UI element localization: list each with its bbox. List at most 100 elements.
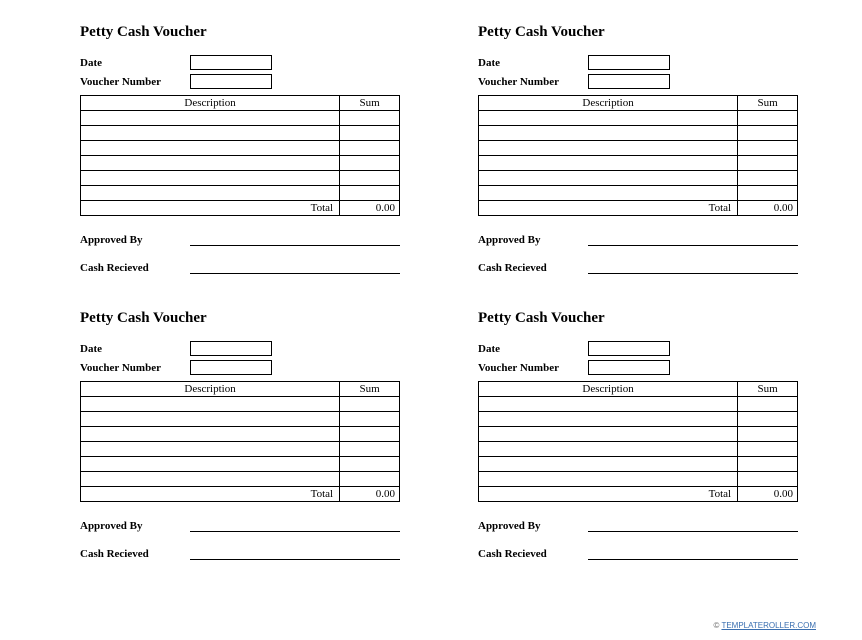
table-row[interactable] [479, 141, 798, 156]
number-row: Voucher Number [478, 360, 798, 375]
total-value: 0.00 [738, 487, 798, 502]
copyright-symbol: © [713, 621, 719, 630]
approved-line[interactable] [190, 232, 400, 246]
approved-line[interactable] [588, 518, 798, 532]
col-description: Description [81, 382, 340, 397]
table-row[interactable] [479, 412, 798, 427]
voucher-card: Petty Cash Voucher Date Voucher Number D… [80, 24, 400, 274]
footer: © TEMPLATEROLLER.COM [713, 621, 816, 630]
received-line[interactable] [588, 260, 798, 274]
received-label: Cash Recieved [80, 262, 190, 274]
received-label: Cash Recieved [80, 548, 190, 560]
col-description: Description [479, 96, 738, 111]
col-description: Description [81, 96, 340, 111]
table-row[interactable] [81, 427, 400, 442]
line-items-table: Description Sum Total 0.00 [80, 95, 400, 216]
table-row[interactable] [81, 472, 400, 487]
date-row: Date [478, 341, 798, 356]
number-row: Voucher Number [80, 74, 400, 89]
total-row: Total 0.00 [479, 201, 798, 216]
approved-line[interactable] [588, 232, 798, 246]
table-row[interactable] [81, 111, 400, 126]
voucher-title: Petty Cash Voucher [478, 24, 798, 41]
approved-label: Approved By [80, 520, 190, 532]
table-row[interactable] [81, 126, 400, 141]
table-row[interactable] [81, 412, 400, 427]
voucher-title: Petty Cash Voucher [80, 310, 400, 327]
table-row[interactable] [479, 472, 798, 487]
number-input[interactable] [190, 360, 272, 375]
received-label: Cash Recieved [478, 548, 588, 560]
table-row[interactable] [479, 126, 798, 141]
date-input[interactable] [190, 55, 272, 70]
approved-row: Approved By [80, 518, 400, 532]
total-label: Total [81, 201, 340, 216]
voucher-grid: Petty Cash Voucher Date Voucher Number D… [80, 24, 802, 560]
total-row: Total 0.00 [81, 487, 400, 502]
table-row[interactable] [81, 171, 400, 186]
total-label: Total [479, 201, 738, 216]
number-input[interactable] [190, 74, 272, 89]
date-label: Date [478, 57, 588, 69]
col-sum: Sum [340, 382, 400, 397]
number-label: Voucher Number [80, 76, 190, 88]
total-row: Total 0.00 [479, 487, 798, 502]
date-label: Date [80, 343, 190, 355]
total-label: Total [479, 487, 738, 502]
col-description: Description [479, 382, 738, 397]
line-items-table: Description Sum Total 0.00 [478, 95, 798, 216]
number-label: Voucher Number [80, 362, 190, 374]
table-row[interactable] [81, 442, 400, 457]
date-row: Date [80, 341, 400, 356]
total-value: 0.00 [738, 201, 798, 216]
approved-label: Approved By [80, 234, 190, 246]
line-items-table: Description Sum Total 0.00 [478, 381, 798, 502]
footer-link[interactable]: TEMPLATEROLLER.COM [721, 621, 816, 630]
col-sum: Sum [738, 96, 798, 111]
voucher-title: Petty Cash Voucher [478, 310, 798, 327]
total-value: 0.00 [340, 487, 400, 502]
table-row[interactable] [479, 427, 798, 442]
table-row[interactable] [81, 186, 400, 201]
date-input[interactable] [588, 341, 670, 356]
table-row[interactable] [479, 186, 798, 201]
received-row: Cash Recieved [80, 546, 400, 560]
total-value: 0.00 [340, 201, 400, 216]
table-row[interactable] [81, 457, 400, 472]
date-input[interactable] [588, 55, 670, 70]
approved-label: Approved By [478, 520, 588, 532]
date-row: Date [478, 55, 798, 70]
table-row[interactable] [479, 156, 798, 171]
approved-row: Approved By [478, 518, 798, 532]
number-label: Voucher Number [478, 76, 588, 88]
table-row[interactable] [81, 397, 400, 412]
table-row[interactable] [479, 457, 798, 472]
received-row: Cash Recieved [478, 546, 798, 560]
received-line[interactable] [190, 546, 400, 560]
line-items-table: Description Sum Total 0.00 [80, 381, 400, 502]
received-row: Cash Recieved [80, 260, 400, 274]
table-row[interactable] [81, 141, 400, 156]
approved-line[interactable] [190, 518, 400, 532]
received-label: Cash Recieved [478, 262, 588, 274]
table-row[interactable] [81, 156, 400, 171]
number-input[interactable] [588, 360, 670, 375]
voucher-card: Petty Cash Voucher Date Voucher Number D… [80, 310, 400, 560]
received-row: Cash Recieved [478, 260, 798, 274]
date-label: Date [478, 343, 588, 355]
voucher-card: Petty Cash Voucher Date Voucher Number D… [478, 24, 798, 274]
approved-row: Approved By [80, 232, 400, 246]
total-row: Total 0.00 [81, 201, 400, 216]
col-sum: Sum [738, 382, 798, 397]
table-row[interactable] [479, 397, 798, 412]
number-row: Voucher Number [80, 360, 400, 375]
table-row[interactable] [479, 442, 798, 457]
col-sum: Sum [340, 96, 400, 111]
table-row[interactable] [479, 111, 798, 126]
received-line[interactable] [588, 546, 798, 560]
table-row[interactable] [479, 171, 798, 186]
received-line[interactable] [190, 260, 400, 274]
number-input[interactable] [588, 74, 670, 89]
number-label: Voucher Number [478, 362, 588, 374]
date-input[interactable] [190, 341, 272, 356]
